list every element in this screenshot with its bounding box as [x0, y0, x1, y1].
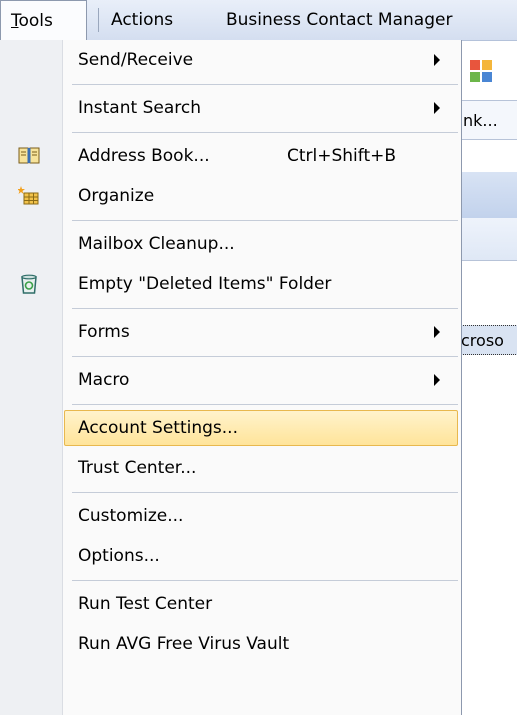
menu-separator — [72, 132, 458, 133]
menu-bar: Tools Actions Business Contact Manager — [0, 0, 517, 41]
menu-item-organize[interactable]: Organize — [0, 176, 460, 216]
menu-item-label: Run Test Center — [78, 594, 213, 614]
menu-item-label: Send/Receive — [78, 50, 194, 70]
menu-item-address-book[interactable]: Address Book... Ctrl+Shift+B — [0, 136, 460, 176]
menu-separator — [98, 8, 99, 32]
menu-item-label: Organize — [78, 186, 155, 206]
toolbar-button-fragment-label: nk... — [463, 111, 498, 130]
menu-item-send-receive[interactable]: Send/Receive — [0, 40, 460, 80]
menu-item-run-test-center[interactable]: Run Test Center — [0, 584, 460, 624]
list-item-fragment-label: croso — [461, 331, 504, 350]
submenu-arrow-icon — [434, 374, 440, 386]
menu-tools-label: ools — [18, 11, 53, 31]
menu-item-label: Run AVG Free Virus Vault — [78, 634, 290, 654]
menu-separator — [72, 84, 458, 85]
submenu-arrow-icon — [434, 102, 440, 114]
menu-item-label: Customize... — [78, 506, 184, 526]
categories-icon[interactable] — [470, 60, 492, 82]
menu-business-contact-manager[interactable]: Business Contact Manager — [220, 0, 458, 40]
menu-item-label: Address Book... — [78, 146, 210, 166]
menu-tools-mnemonic: T — [11, 11, 19, 31]
menu-item-label: Empty "Deleted Items" Folder — [78, 274, 332, 294]
menu-item-label: Options... — [78, 546, 160, 566]
menu-bcm-label: Business Contact Manager — [226, 10, 453, 30]
menu-item-label: Trust Center... — [78, 458, 197, 478]
menu-actions-label: Actions — [111, 10, 174, 30]
menu-item-macro[interactable]: Macro — [0, 360, 460, 400]
menu-actions[interactable]: Actions — [105, 0, 179, 40]
organize-icon — [18, 186, 39, 205]
menu-item-account-settings[interactable]: Account Settings... — [0, 408, 460, 448]
menu-item-run-avg[interactable]: Run AVG Free Virus Vault — [0, 624, 460, 664]
address-book-icon — [18, 147, 40, 164]
submenu-arrow-icon — [434, 326, 440, 338]
menu-item-customize[interactable]: Customize... — [0, 496, 460, 536]
list-item-fragment[interactable]: croso — [460, 325, 517, 355]
menu-separator — [72, 492, 458, 493]
subheader-band — [460, 218, 517, 261]
menu-separator — [72, 308, 458, 309]
menu-item-empty-deleted-items[interactable]: Empty "Deleted Items" Folder — [0, 264, 460, 304]
header-band — [460, 172, 517, 218]
menu-item-shortcut: Ctrl+Shift+B — [287, 146, 397, 166]
menu-item-forms[interactable]: Forms — [0, 312, 460, 352]
menu-separator — [72, 580, 458, 581]
menu-item-label: Forms — [78, 322, 130, 342]
menu-item-label: Mailbox Cleanup... — [78, 234, 235, 254]
menu-item-label: Account Settings... — [78, 418, 238, 438]
menu-item-trust-center[interactable]: Trust Center... — [0, 448, 460, 488]
toolbar-button-fragment[interactable]: nk... — [460, 100, 517, 140]
menu-separator — [72, 404, 458, 405]
menu-item-options[interactable]: Options... — [0, 536, 460, 576]
recycle-bin-icon — [21, 274, 37, 294]
submenu-arrow-icon — [434, 54, 440, 66]
menu-separator — [72, 356, 458, 357]
menu-tools[interactable]: Tools — [0, 0, 87, 41]
menu-item-instant-search[interactable]: Instant Search — [0, 88, 460, 128]
menu-item-label: Instant Search — [78, 98, 201, 118]
menu-item-mailbox-cleanup[interactable]: Mailbox Cleanup... — [0, 224, 460, 264]
tools-dropdown-menu: Send/Receive Instant Search Address Book… — [0, 40, 462, 715]
menu-item-label: Macro — [78, 370, 130, 390]
menu-separator — [72, 220, 458, 221]
